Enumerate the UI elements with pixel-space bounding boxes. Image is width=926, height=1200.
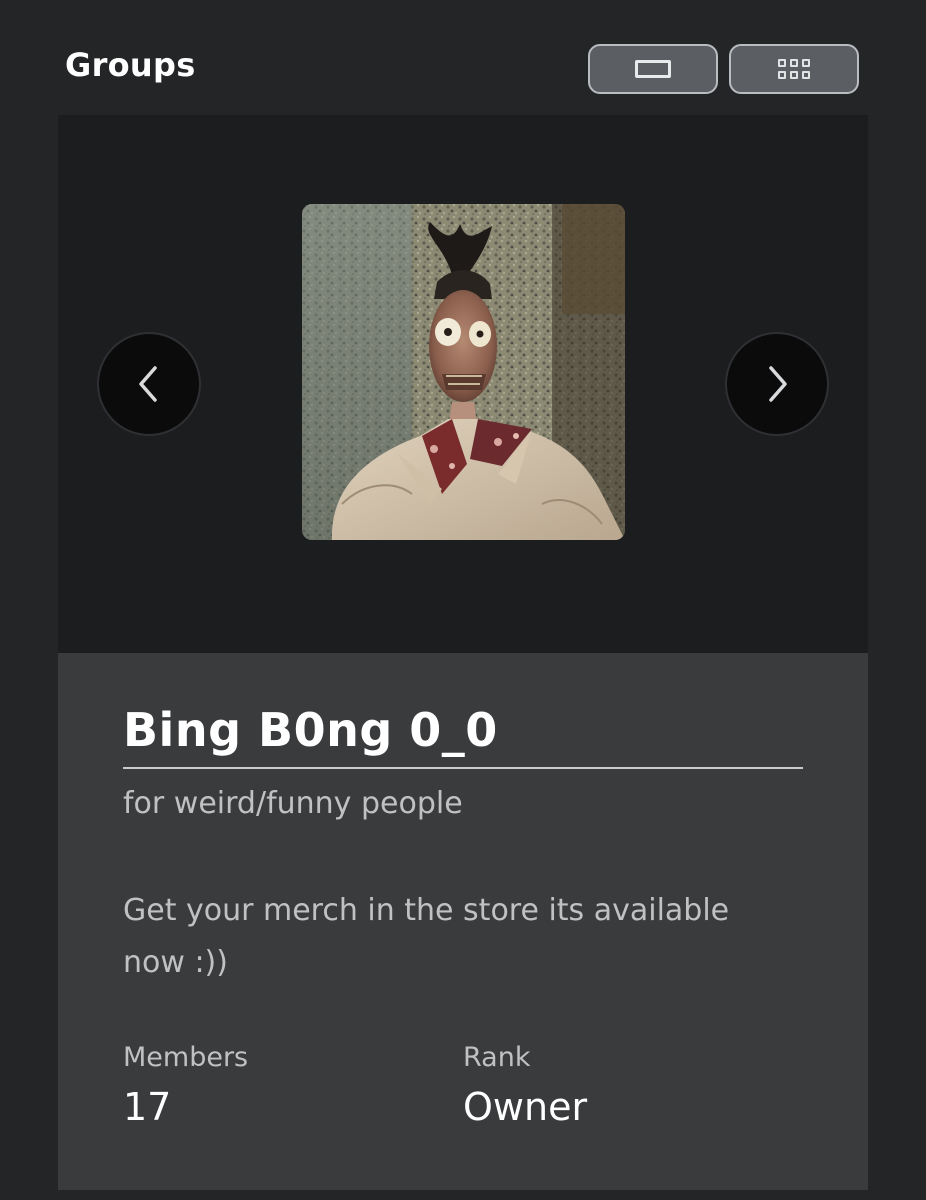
- single-view-icon: [635, 60, 671, 78]
- chevron-right-icon: [769, 366, 787, 402]
- rank-label: Rank: [463, 1042, 531, 1073]
- group-image: [302, 204, 625, 540]
- chevron-left-icon: [139, 366, 157, 402]
- next-group-button[interactable]: [725, 332, 829, 436]
- group-info-panel: Bing B0ng 0_0 for weird/funny people Get…: [58, 653, 868, 1190]
- page-title: Groups: [65, 46, 196, 84]
- group-carousel: [58, 115, 868, 653]
- grid-view-button[interactable]: [729, 44, 859, 94]
- group-description: Get your merch in the store its availabl…: [123, 893, 730, 980]
- groups-page: Groups Bing B0ng 0_0 for weird/funny peo…: [0, 0, 926, 1200]
- group-name-underline: [123, 767, 803, 769]
- single-view-button[interactable]: [588, 44, 718, 94]
- group-tagline: for weird/funny people: [123, 786, 463, 821]
- previous-group-button[interactable]: [97, 332, 201, 436]
- grid-view-icon: [778, 59, 810, 79]
- group-name-link[interactable]: Bing B0ng 0_0: [123, 703, 498, 757]
- members-count: 17: [123, 1085, 172, 1129]
- rank-value: Owner: [463, 1085, 588, 1129]
- group-thumbnail[interactable]: [302, 204, 625, 540]
- members-label: Members: [123, 1042, 249, 1073]
